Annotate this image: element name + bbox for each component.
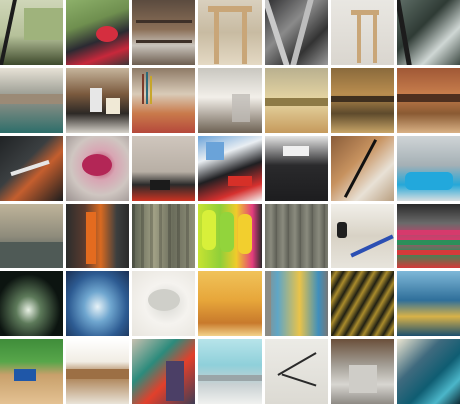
blue-yellow-painting-tile xyxy=(396,271,460,337)
yellow-workbench-tile xyxy=(264,67,328,133)
colorful-figure-painting-tile xyxy=(264,271,328,337)
work-table-clutter-tile xyxy=(0,67,64,133)
sketch-paper-tile xyxy=(66,339,130,404)
shelf-storage-tile xyxy=(132,0,196,65)
cluttered-desk-bag-tile xyxy=(66,0,130,65)
yellow-landscape-painting-tile xyxy=(198,271,262,337)
abstract-gold-painting-tile xyxy=(330,271,394,337)
white-easel-wall-tile xyxy=(330,0,394,65)
colorful-canvas-tile xyxy=(132,339,196,404)
brush-cups-tile xyxy=(132,67,196,133)
easel-canvas-corner-tile xyxy=(396,0,460,65)
teal-abstract-painting-tile xyxy=(396,339,460,404)
wood-desk-tile xyxy=(330,67,394,133)
highlighter-markers-tile xyxy=(198,203,262,269)
line-drawing-tile xyxy=(264,339,328,404)
fabric-chair-tile xyxy=(0,203,64,269)
relief-sculpture-tile xyxy=(330,339,394,404)
orange-marker-tile xyxy=(66,203,130,269)
blue-tape-roll-tile xyxy=(396,135,460,201)
marker-box-tile xyxy=(264,135,328,201)
wolf-drawing-tile xyxy=(132,271,196,337)
pink-paint-can-tile xyxy=(66,135,130,201)
easel-green-board-tile xyxy=(0,0,64,65)
green-field-painting-tile xyxy=(0,339,64,404)
metal-easel-tile xyxy=(264,0,328,65)
paint-bottles-desk-tile xyxy=(66,67,130,133)
canvas-stack-tile xyxy=(132,203,196,269)
tool-tray-tile xyxy=(0,135,64,201)
brush-jar-window-tile xyxy=(198,67,262,133)
light-blue-canvas-tile xyxy=(198,339,262,404)
paintbrush-pencil-tile xyxy=(330,203,394,269)
rolled-canvas-tile xyxy=(264,203,328,269)
wood-panel-pencil-tile xyxy=(330,135,394,201)
green-figure-painting-tile xyxy=(0,271,64,337)
wood-bench-tile xyxy=(396,67,460,133)
supply-box-tile xyxy=(198,135,262,201)
photo-mosaic-grid xyxy=(0,0,460,404)
lighter-closeup-tile xyxy=(132,135,196,201)
blue-figure-painting-tile xyxy=(66,271,130,337)
colored-markers-tile xyxy=(396,203,460,269)
wooden-easel-tile xyxy=(198,0,262,65)
